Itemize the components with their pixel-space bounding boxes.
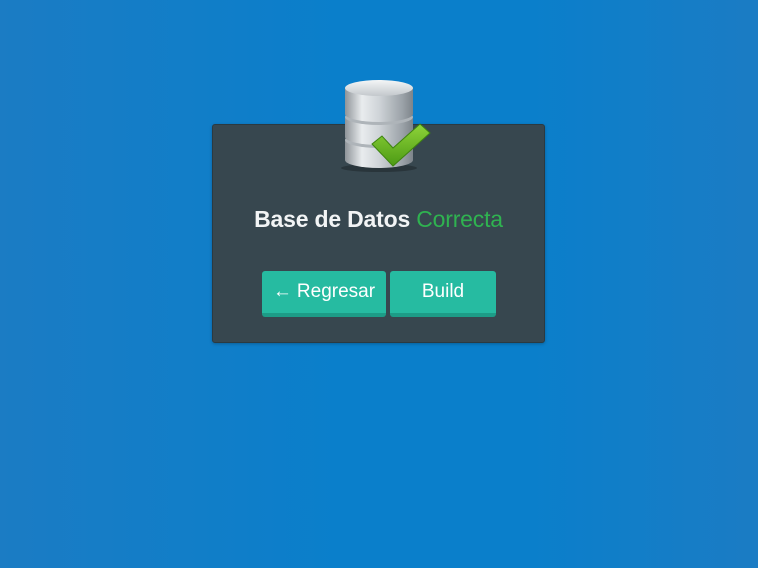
page-title: Base de Datos Correcta [212, 206, 545, 233]
back-button[interactable]: ← Regresar [262, 271, 386, 317]
back-button-label: Regresar [296, 281, 376, 302]
build-button[interactable]: Build [390, 271, 496, 317]
database-check-icon [341, 80, 431, 172]
build-button-label: Build [421, 281, 465, 302]
left-arrow-icon: ← [272, 281, 292, 302]
title-main-text: Base de Datos [254, 206, 411, 232]
status-text: Correcta [416, 206, 503, 232]
